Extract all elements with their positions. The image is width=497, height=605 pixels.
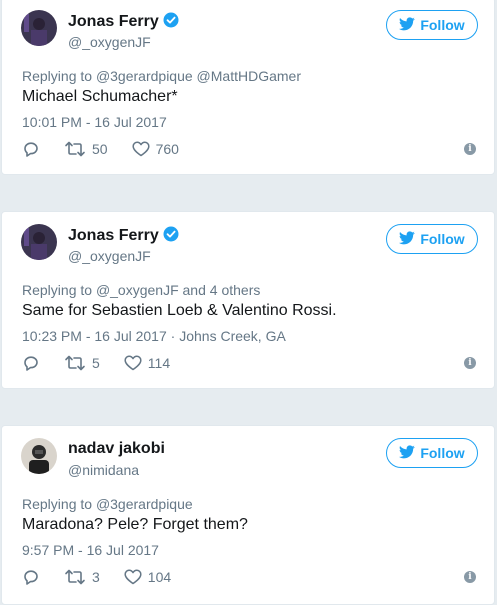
like-count: 114 (147, 355, 171, 371)
tweet-timestamp[interactable]: 10:23 PM - 16 Jul 2017 · Johns Creek, GA (22, 328, 286, 344)
reply-icon (22, 568, 40, 586)
replying-to: Replying to @3gerardpique (22, 496, 193, 512)
mention-link[interactable]: @_oxygenJF and 4 others (96, 282, 260, 298)
tweet-text: Same for Sebastien Loeb & Valentino Ross… (22, 302, 337, 319)
verified-badge-icon (163, 226, 179, 247)
retweet-icon (64, 355, 86, 371)
tweet-card[interactable]: Jonas Ferry @_oxygenJF Follow Replying t… (1, 211, 495, 389)
twitter-bird-icon (399, 16, 416, 34)
avatar[interactable] (21, 10, 57, 46)
like-count: 104 (147, 569, 172, 585)
tweet-text: Maradona? Pele? Forget them? (22, 516, 248, 533)
retweet-count: 3 (92, 569, 100, 585)
info-icon[interactable]: i (464, 143, 476, 155)
like-count: 760 (155, 141, 179, 157)
twitter-bird-icon (399, 444, 416, 462)
reply-button[interactable] (22, 140, 40, 158)
retweet-icon (64, 569, 86, 585)
retweet-button[interactable]: 50 (64, 141, 108, 157)
tweet-timestamp[interactable]: 10:01 PM - 16 Jul 2017 (22, 114, 167, 130)
heart-icon (124, 355, 142, 371)
retweet-count: 5 (92, 355, 100, 371)
mention-link[interactable]: @3gerardpique (96, 496, 193, 512)
like-button[interactable]: 104 (124, 569, 171, 585)
display-name[interactable]: nadav jakobi (68, 440, 165, 458)
follow-label: Follow (420, 445, 465, 461)
tweet-actions: 5 114 (22, 353, 194, 373)
like-button[interactable]: 760 (132, 141, 179, 157)
mention-link[interactable]: @3gerardpique @MattHDGamer (96, 68, 301, 84)
tweet-timestamp[interactable]: 9:57 PM - 16 Jul 2017 (22, 542, 159, 558)
like-button[interactable]: 114 (124, 355, 170, 371)
display-name[interactable]: Jonas Ferry (68, 226, 179, 247)
info-icon[interactable]: i (464, 571, 476, 583)
retweet-count: 50 (92, 141, 108, 157)
tweet-location: · Johns Creek, GA (166, 328, 286, 344)
avatar[interactable] (21, 224, 57, 260)
follow-button[interactable]: Follow (386, 438, 478, 468)
verified-badge-icon (163, 12, 179, 33)
follow-button[interactable]: Follow (386, 224, 478, 254)
follow-label: Follow (420, 17, 465, 33)
retweet-button[interactable]: 3 (64, 569, 100, 585)
tweet-text: Michael Schumacher* (22, 88, 178, 105)
tweet-actions: 50 760 (22, 139, 203, 159)
info-icon[interactable]: i (464, 357, 476, 369)
retweet-button[interactable]: 5 (64, 355, 100, 371)
reply-button[interactable] (22, 354, 40, 372)
reply-button[interactable] (22, 568, 40, 586)
user-handle[interactable]: @nimidana (68, 462, 139, 478)
avatar[interactable] (21, 438, 57, 474)
reply-icon (22, 354, 40, 372)
follow-button[interactable]: Follow (386, 10, 478, 40)
tweet-card[interactable]: Jonas Ferry @_oxygenJF Follow Replying t… (1, 0, 495, 175)
reply-icon (22, 140, 40, 158)
twitter-bird-icon (399, 230, 416, 248)
retweet-icon (64, 141, 86, 157)
user-handle[interactable]: @_oxygenJF (68, 248, 151, 264)
follow-label: Follow (420, 231, 465, 247)
replying-to: Replying to @3gerardpique @MattHDGamer (22, 68, 301, 84)
tweet-card[interactable]: nadav jakobi @nimidana Follow Replying t… (1, 425, 495, 605)
replying-to: Replying to @_oxygenJF and 4 others (22, 282, 261, 298)
user-handle[interactable]: @_oxygenJF (68, 34, 151, 50)
heart-icon (132, 141, 150, 157)
display-name[interactable]: Jonas Ferry (68, 12, 179, 33)
heart-icon (124, 569, 142, 585)
tweet-actions: 3 104 (22, 567, 195, 587)
